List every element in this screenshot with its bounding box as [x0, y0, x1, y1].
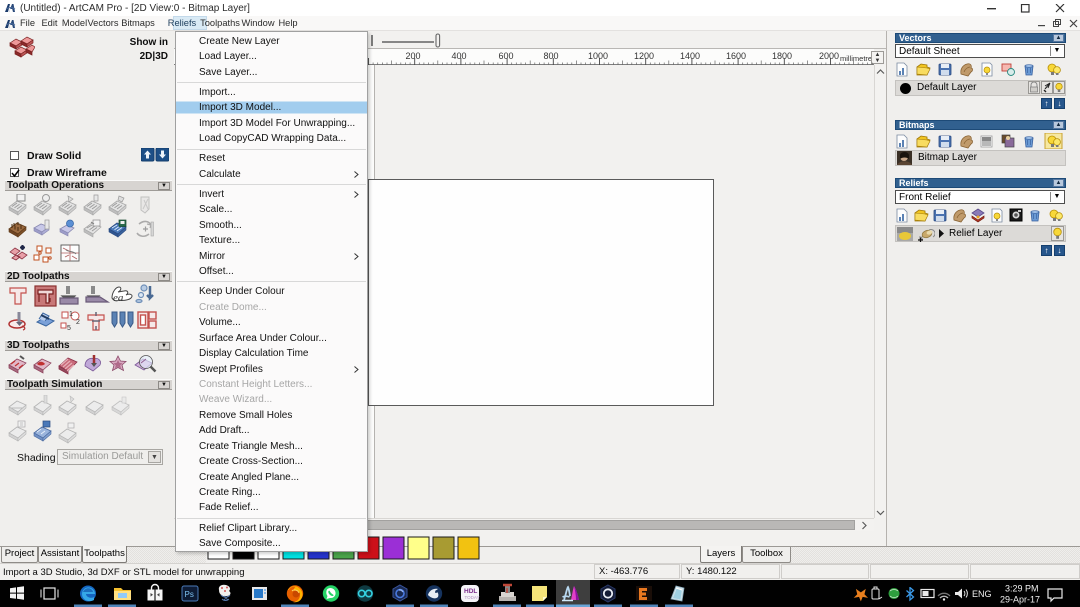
svg-text:TODAY: TODAY: [465, 595, 480, 600]
svg-text:29-Apr-17: 29-Apr-17: [1000, 595, 1040, 605]
svg-text:5: 5: [67, 325, 71, 332]
svg-text:3:29 PM: 3:29 PM: [1005, 584, 1039, 594]
svg-text:1: 1: [69, 311, 73, 318]
svg-text:2: 2: [76, 319, 80, 326]
svg-text:ENG: ENG: [972, 589, 992, 599]
svg-text:ea: ea: [113, 292, 124, 304]
svg-text:HDL: HDL: [464, 588, 477, 595]
svg-text:Ps: Ps: [185, 590, 194, 599]
